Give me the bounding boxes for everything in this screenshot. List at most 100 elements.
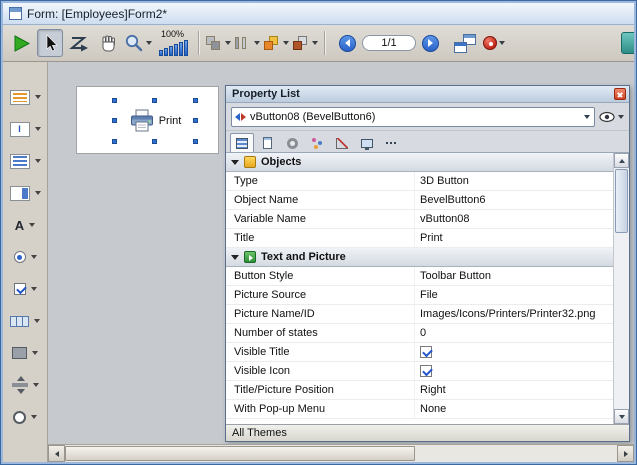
down-arrow-icon bbox=[619, 415, 625, 419]
show-hide-properties-button[interactable] bbox=[599, 111, 624, 123]
tab-more[interactable] bbox=[380, 133, 404, 152]
input-tool-button[interactable]: I bbox=[10, 118, 41, 140]
visible-icon-checkbox[interactable] bbox=[420, 365, 432, 377]
property-value[interactable]: File bbox=[414, 286, 613, 304]
property-value[interactable]: Right bbox=[414, 381, 613, 399]
property-row-visible-title: Visible Title bbox=[226, 343, 613, 362]
property-list-scrollbar[interactable] bbox=[613, 153, 629, 424]
property-value[interactable]: None bbox=[414, 400, 613, 418]
form-windows-button[interactable] bbox=[452, 29, 478, 57]
tab-property-grid[interactable] bbox=[230, 133, 254, 152]
tab-order-tool-button[interactable] bbox=[66, 29, 92, 57]
text-tool-button[interactable] bbox=[10, 86, 41, 108]
property-value[interactable]: Toolbar Button bbox=[414, 267, 613, 285]
section-header-text-and-picture[interactable]: Text and Picture bbox=[226, 248, 613, 267]
property-row-number-of-states: Number of states 0 bbox=[226, 324, 613, 343]
close-icon[interactable] bbox=[614, 88, 626, 100]
selection-handle[interactable] bbox=[193, 139, 198, 144]
next-page-button[interactable] bbox=[422, 35, 439, 52]
form-window-icon bbox=[9, 7, 22, 20]
property-row-variable-name: Variable Name vButton08 bbox=[226, 210, 613, 229]
visible-title-checkbox[interactable] bbox=[420, 346, 432, 358]
property-list-header[interactable]: Property List bbox=[226, 86, 629, 103]
style-dropdown-button[interactable] bbox=[292, 29, 318, 57]
property-value[interactable]: vButton08 bbox=[414, 210, 613, 228]
print-button-object[interactable]: Print bbox=[115, 101, 195, 141]
settings-dropdown-button[interactable] bbox=[481, 29, 507, 57]
property-row-with-popup-menu: With Pop-up Menu None bbox=[226, 400, 613, 419]
move-tool-button[interactable] bbox=[95, 29, 121, 57]
checkbox-tool-button[interactable] bbox=[14, 278, 37, 300]
button-grid-tool-icon bbox=[10, 316, 29, 327]
rectangle-tool-button[interactable] bbox=[12, 342, 38, 364]
property-value[interactable]: BevelButton6 bbox=[414, 191, 613, 209]
selection-handle[interactable] bbox=[152, 139, 157, 144]
property-row-visible-icon: Visible Icon bbox=[226, 362, 613, 381]
zoom-dropdown-arrow[interactable] bbox=[146, 41, 152, 45]
clipped-toolbar-button[interactable] bbox=[621, 32, 634, 54]
section-label: Objects bbox=[261, 156, 301, 168]
toolbar-separator bbox=[198, 31, 199, 55]
distribute-dropdown-button[interactable] bbox=[234, 29, 260, 57]
window-title: Form: [Employees]Form2* bbox=[27, 7, 167, 21]
tab-data[interactable] bbox=[305, 133, 329, 152]
scrollbar-thumb[interactable] bbox=[65, 446, 415, 461]
property-value[interactable]: Print bbox=[414, 229, 613, 247]
zoom-bars-icon[interactable] bbox=[159, 39, 188, 56]
tab-form[interactable] bbox=[255, 133, 279, 152]
selection-handle[interactable] bbox=[152, 98, 157, 103]
titlebar[interactable]: Form: [Employees]Form2* bbox=[3, 3, 634, 25]
pointer-tool-button[interactable] bbox=[37, 29, 63, 57]
object-selector-dropdown[interactable]: vButton08 (BevelButton6) bbox=[231, 107, 595, 127]
property-name: Picture Name/ID bbox=[226, 308, 414, 320]
label-tool-button[interactable]: A bbox=[15, 214, 35, 236]
property-name: Title bbox=[226, 232, 414, 244]
tab-display[interactable] bbox=[355, 133, 379, 152]
collapse-triangle-icon[interactable] bbox=[231, 255, 239, 260]
form-sheet[interactable]: Print bbox=[76, 86, 219, 154]
previous-page-button[interactable] bbox=[339, 35, 356, 52]
button-grid-tool-button[interactable] bbox=[10, 310, 40, 332]
tab-order-icon bbox=[68, 33, 90, 53]
object-selector-row: vButton08 (BevelButton6) bbox=[226, 103, 629, 131]
selection-handle[interactable] bbox=[193, 118, 198, 123]
scroll-left-button[interactable] bbox=[48, 445, 65, 462]
object-tool-palette: I A bbox=[3, 62, 48, 462]
scrollbar-track[interactable] bbox=[415, 445, 617, 462]
form-canvas[interactable]: Print Property List bbox=[48, 62, 634, 444]
themes-footer-button[interactable]: All Themes bbox=[226, 424, 629, 441]
tab-events[interactable] bbox=[280, 133, 304, 152]
combo-box-tool-button[interactable] bbox=[10, 182, 41, 204]
pointer-icon bbox=[40, 33, 60, 53]
page-indicator[interactable]: 1/1 bbox=[362, 35, 416, 51]
scroll-right-button[interactable] bbox=[617, 445, 634, 462]
scroll-up-button[interactable] bbox=[614, 153, 629, 168]
radio-button-tool-button[interactable] bbox=[14, 246, 37, 268]
property-row-button-style: Button Style Toolbar Button bbox=[226, 267, 613, 286]
section-header-objects[interactable]: Objects bbox=[226, 153, 613, 172]
selection-handle[interactable] bbox=[112, 118, 117, 123]
color-dropdown-button[interactable] bbox=[263, 29, 289, 57]
zoom-tool-button[interactable] bbox=[124, 29, 152, 57]
selection-handle[interactable] bbox=[112, 98, 117, 103]
main-toolbar: 100% 1/1 bbox=[3, 25, 634, 62]
tab-chart[interactable] bbox=[330, 133, 354, 152]
property-value[interactable]: 0 bbox=[414, 324, 613, 342]
list-box-tool-button[interactable] bbox=[10, 150, 41, 172]
align-dropdown-button[interactable] bbox=[205, 29, 231, 57]
property-value[interactable]: Images/Icons/Printers/Printer32.png bbox=[414, 305, 613, 323]
splitter-tool-button[interactable] bbox=[12, 374, 39, 396]
up-arrow-icon bbox=[619, 159, 625, 163]
selection-handle[interactable] bbox=[112, 139, 117, 144]
form-editor-window: Form: [Employees]Form2* 100% bbox=[0, 0, 637, 465]
oval-tool-button[interactable] bbox=[13, 406, 37, 428]
scrollbar-thumb[interactable] bbox=[615, 169, 628, 233]
horizontal-scrollbar[interactable] bbox=[48, 444, 634, 462]
selection-handle[interactable] bbox=[193, 98, 198, 103]
execute-form-button[interactable] bbox=[8, 29, 34, 57]
scroll-down-button[interactable] bbox=[614, 409, 629, 424]
zoom-level-control[interactable]: 100% bbox=[159, 30, 188, 56]
collapse-triangle-icon[interactable] bbox=[231, 160, 239, 165]
gear-icon bbox=[287, 138, 298, 149]
property-value[interactable]: 3D Button bbox=[414, 172, 613, 190]
